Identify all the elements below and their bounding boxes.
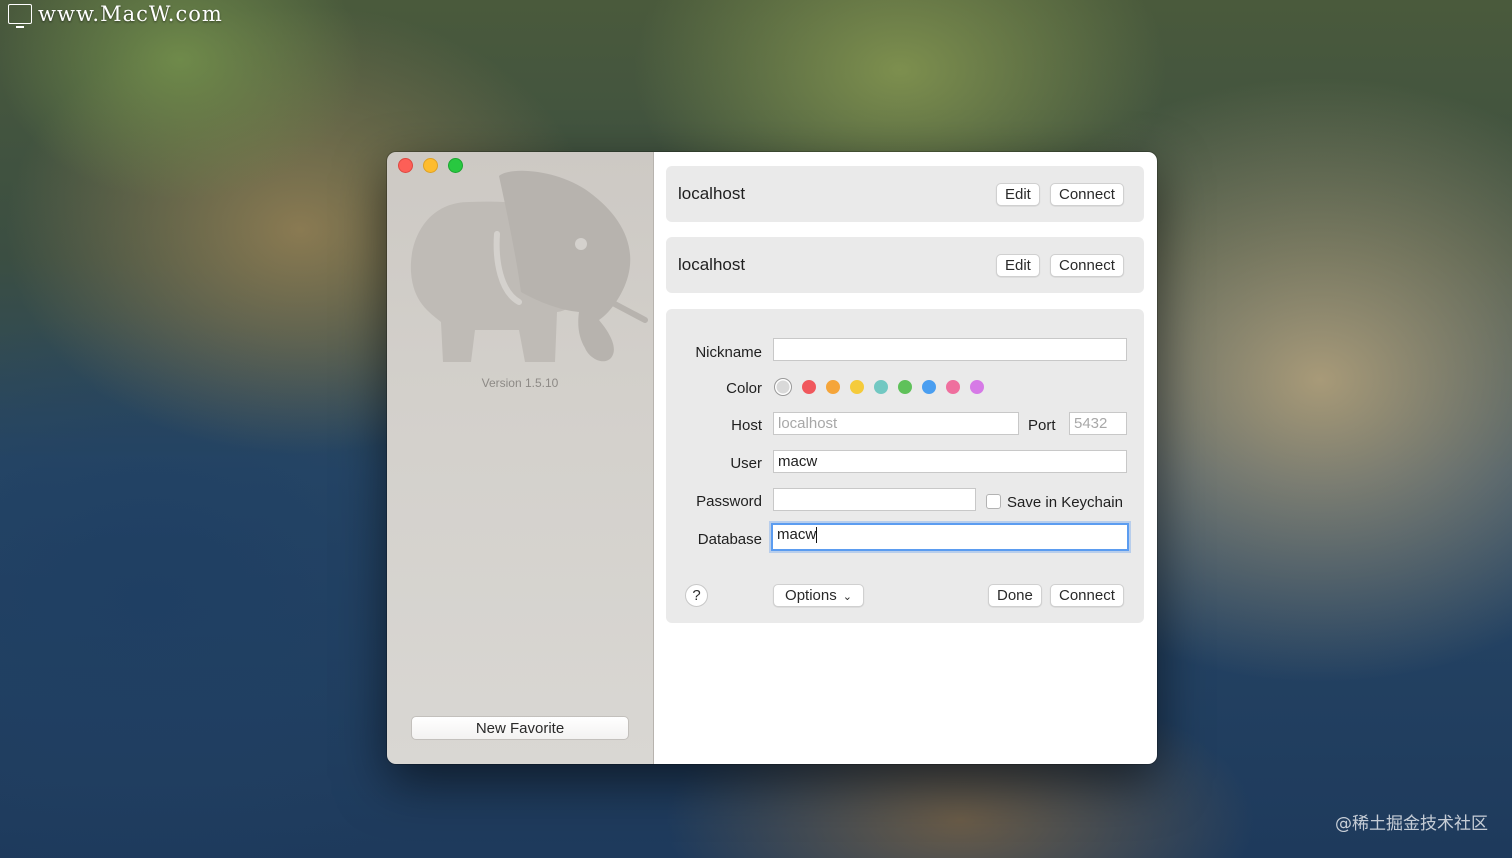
done-button[interactable]: Done (988, 584, 1042, 607)
sidebar: Version 1.5.10 New Favorite (387, 152, 654, 764)
color-swatch[interactable] (970, 380, 984, 394)
color-swatch[interactable] (922, 380, 936, 394)
user-label: User (730, 455, 762, 472)
favorite-name: localhost (678, 255, 746, 274)
nickname-label: Nickname (695, 344, 762, 361)
host-field[interactable]: localhost (773, 412, 1019, 435)
color-swatch[interactable] (802, 380, 816, 394)
color-swatch[interactable] (850, 380, 864, 394)
options-label: Options (785, 587, 837, 604)
form-connect-button[interactable]: Connect (1050, 584, 1124, 607)
chevron-down-icon: ⌄ (842, 591, 852, 603)
watermark-logo: www.MacW.com (8, 2, 223, 28)
connect-button[interactable]: Connect (1050, 183, 1124, 206)
connect-button[interactable]: Connect (1050, 254, 1124, 277)
database-value: macw (777, 526, 817, 543)
monitor-icon (8, 4, 32, 28)
watermark-corner: @稀土掘金技术社区 (1335, 814, 1488, 834)
user-field[interactable]: macw (773, 450, 1127, 473)
favorite-card[interactable]: localhost Edit Connect (666, 237, 1144, 293)
new-favorite-button[interactable]: New Favorite (411, 716, 629, 740)
color-swatch[interactable] (898, 380, 912, 394)
save-keychain-checkbox[interactable] (986, 494, 1001, 509)
nickname-field[interactable] (773, 338, 1127, 361)
color-swatch[interactable] (826, 380, 840, 394)
database-label: Database (697, 531, 762, 548)
color-swatch[interactable] (874, 380, 888, 394)
edit-button[interactable]: Edit (996, 254, 1040, 277)
password-label: Password (696, 493, 762, 510)
color-swatch-none[interactable] (774, 378, 792, 396)
host-label: Host (731, 417, 762, 434)
password-field[interactable] (773, 488, 976, 511)
version-label: Version 1.5.10 (481, 376, 559, 390)
save-keychain-label[interactable]: Save in Keychain (1007, 494, 1123, 511)
edit-button[interactable]: Edit (996, 183, 1040, 206)
text-cursor (816, 527, 818, 544)
help-button[interactable]: ? (685, 584, 708, 607)
elephant-logo-icon (410, 170, 648, 362)
port-label: Port (1028, 417, 1056, 434)
watermark-text: www.MacW.com (38, 2, 223, 26)
options-dropdown[interactable]: Options ⌄ (773, 584, 864, 607)
database-field[interactable]: macw (771, 523, 1129, 551)
connection-form: Nickname Color Host localhost Port 5432 … (666, 309, 1144, 623)
favorite-name: localhost (678, 184, 746, 203)
favorite-card[interactable]: localhost Edit Connect (666, 166, 1144, 222)
port-field[interactable]: 5432 (1069, 412, 1127, 435)
color-swatch[interactable] (946, 380, 960, 394)
color-label: Color (726, 380, 762, 397)
app-window: Version 1.5.10 New Favorite localhost Ed… (387, 152, 1157, 764)
main-panel: localhost Edit Connect localhost Edit Co… (654, 152, 1157, 764)
color-picker (774, 378, 984, 396)
